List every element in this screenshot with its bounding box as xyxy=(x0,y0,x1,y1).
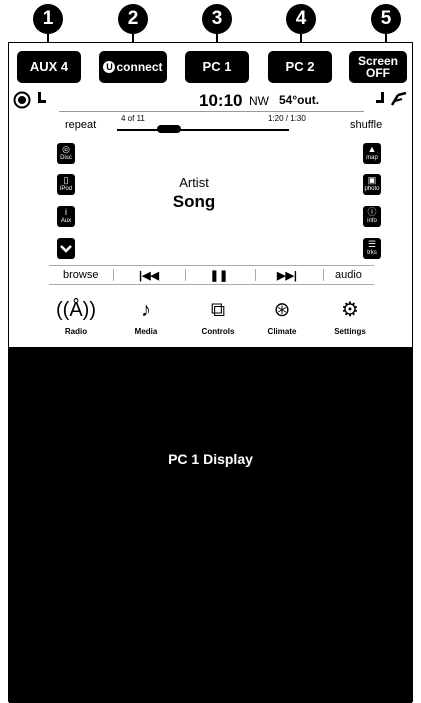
music-note-icon: ♪ xyxy=(141,299,151,321)
status-divider xyxy=(59,111,364,112)
progress-track xyxy=(117,129,289,131)
media-label: Media xyxy=(134,327,158,336)
radio-label: Radio xyxy=(64,327,88,336)
pc-2-button[interactable]: PC 2 xyxy=(268,51,332,83)
disc-button[interactable]: ◎ Disc xyxy=(57,143,75,164)
callout-4: 4 xyxy=(286,4,316,34)
song-title: Song xyxy=(172,192,216,211)
aux-button[interactable]: i Aux xyxy=(57,206,75,227)
aux-label: Aux xyxy=(60,218,72,224)
gears-icon: ⚙ xyxy=(341,299,359,321)
compass-heading: NW xyxy=(249,94,269,108)
ipod-label: iPod xyxy=(59,186,72,192)
transport-divider xyxy=(323,269,324,281)
callout-2: 2 xyxy=(118,4,148,34)
transport-divider xyxy=(113,269,114,281)
photo-icon: ▣ xyxy=(367,175,377,185)
media-nav-button[interactable]: ♪ Media xyxy=(123,299,169,339)
next-track-button[interactable]: ▶▶| xyxy=(267,269,307,282)
pause-button[interactable]: ❚❚ xyxy=(199,269,239,282)
pc-display-label: PC 1 Display xyxy=(168,451,253,467)
pc-display-area[interactable]: PC 1 Display xyxy=(9,347,412,703)
radio-nav-button[interactable]: ((Å)) Radio xyxy=(53,299,99,339)
audio-button[interactable]: audio xyxy=(335,269,362,281)
previous-track-button[interactable]: |◀◀ xyxy=(129,269,169,282)
settings-label: Settings xyxy=(334,327,366,336)
screen-off-label-line2: OFF xyxy=(366,66,390,80)
progress-slider[interactable] xyxy=(156,125,181,133)
head-unit-screen: AUX 4 U connect PC 1 PC 2 Screen OFF 10:… xyxy=(8,42,413,703)
info-button[interactable]: ⓘ info xyxy=(363,206,381,227)
more-sources-button[interactable] xyxy=(57,238,75,259)
pause-icon: ❚❚ xyxy=(209,270,229,282)
seat-icon xyxy=(38,92,46,103)
browse-button[interactable]: browse xyxy=(63,269,98,281)
track-count: 4 of 11 xyxy=(121,114,145,123)
previous-icon: |◀◀ xyxy=(139,270,159,282)
controls-nav-button[interactable]: ⧉ Controls xyxy=(195,299,241,339)
tracks-icon: ☰ xyxy=(367,239,377,249)
callout-1: 1 xyxy=(33,4,63,34)
disc-icon: ◎ xyxy=(62,144,70,154)
aux-icon: i xyxy=(65,207,67,217)
next-icon: ▶▶| xyxy=(277,270,297,282)
seat-icon xyxy=(376,92,384,103)
clock: 10:10 xyxy=(199,91,243,110)
climate-icon: ⊛ xyxy=(273,299,291,321)
artist-name: Artist xyxy=(179,175,209,190)
info-icon: ⓘ xyxy=(367,207,377,217)
tracks-button[interactable]: ☰ trks xyxy=(363,238,381,259)
settings-nav-button[interactable]: ⚙ Settings xyxy=(327,299,373,339)
uconnect-logo-icon: U xyxy=(103,61,116,73)
controls-icon: ⧉ xyxy=(210,299,226,321)
disc-label: Disc xyxy=(60,155,72,161)
aux-4-button[interactable]: AUX 4 xyxy=(17,51,81,83)
callout-5: 5 xyxy=(371,4,401,34)
map-label: map xyxy=(366,155,378,161)
tracks-label: trks xyxy=(367,250,377,256)
track-time: 1:20 / 1:30 xyxy=(268,114,306,123)
ipod-button[interactable]: ▯ iPod xyxy=(57,174,75,195)
transport-divider xyxy=(185,269,186,281)
callout-3: 3 xyxy=(202,4,232,34)
map-button[interactable]: ▲ map xyxy=(363,143,381,164)
photo-label: photo xyxy=(364,186,380,192)
pc-1-label: PC 1 xyxy=(202,59,232,74)
fan-icon xyxy=(13,91,31,109)
transport-divider xyxy=(255,269,256,281)
repeat-button[interactable]: repeat xyxy=(65,119,96,131)
info-label: info xyxy=(367,218,377,224)
uconnect-button[interactable]: U connect xyxy=(99,51,167,83)
radio-tower-icon: ((Å)) xyxy=(56,299,96,321)
shuffle-button[interactable]: shuffle xyxy=(350,119,382,131)
outside-temperature: 54°out. xyxy=(279,93,320,107)
ipod-icon: ▯ xyxy=(63,175,69,185)
map-icon: ▲ xyxy=(367,144,377,154)
climate-label: Climate xyxy=(267,327,297,336)
chevron-down-icon xyxy=(60,245,72,253)
status-bar: 10:10 NW 54°out. xyxy=(9,89,412,111)
controls-label: Controls xyxy=(201,327,235,336)
screen-off-button[interactable]: Screen OFF xyxy=(349,51,407,83)
photo-button[interactable]: ▣ photo xyxy=(363,174,381,195)
pc-1-button[interactable]: PC 1 xyxy=(185,51,249,83)
pc-2-label: PC 2 xyxy=(285,59,315,74)
airflow-icon xyxy=(390,91,407,106)
transport-bar: browse |◀◀ ❚❚ ▶▶| audio xyxy=(49,265,374,285)
aux-4-label: AUX 4 xyxy=(29,59,69,74)
climate-nav-button[interactable]: ⊛ Climate xyxy=(259,299,305,339)
uconnect-label: connect xyxy=(116,60,163,74)
